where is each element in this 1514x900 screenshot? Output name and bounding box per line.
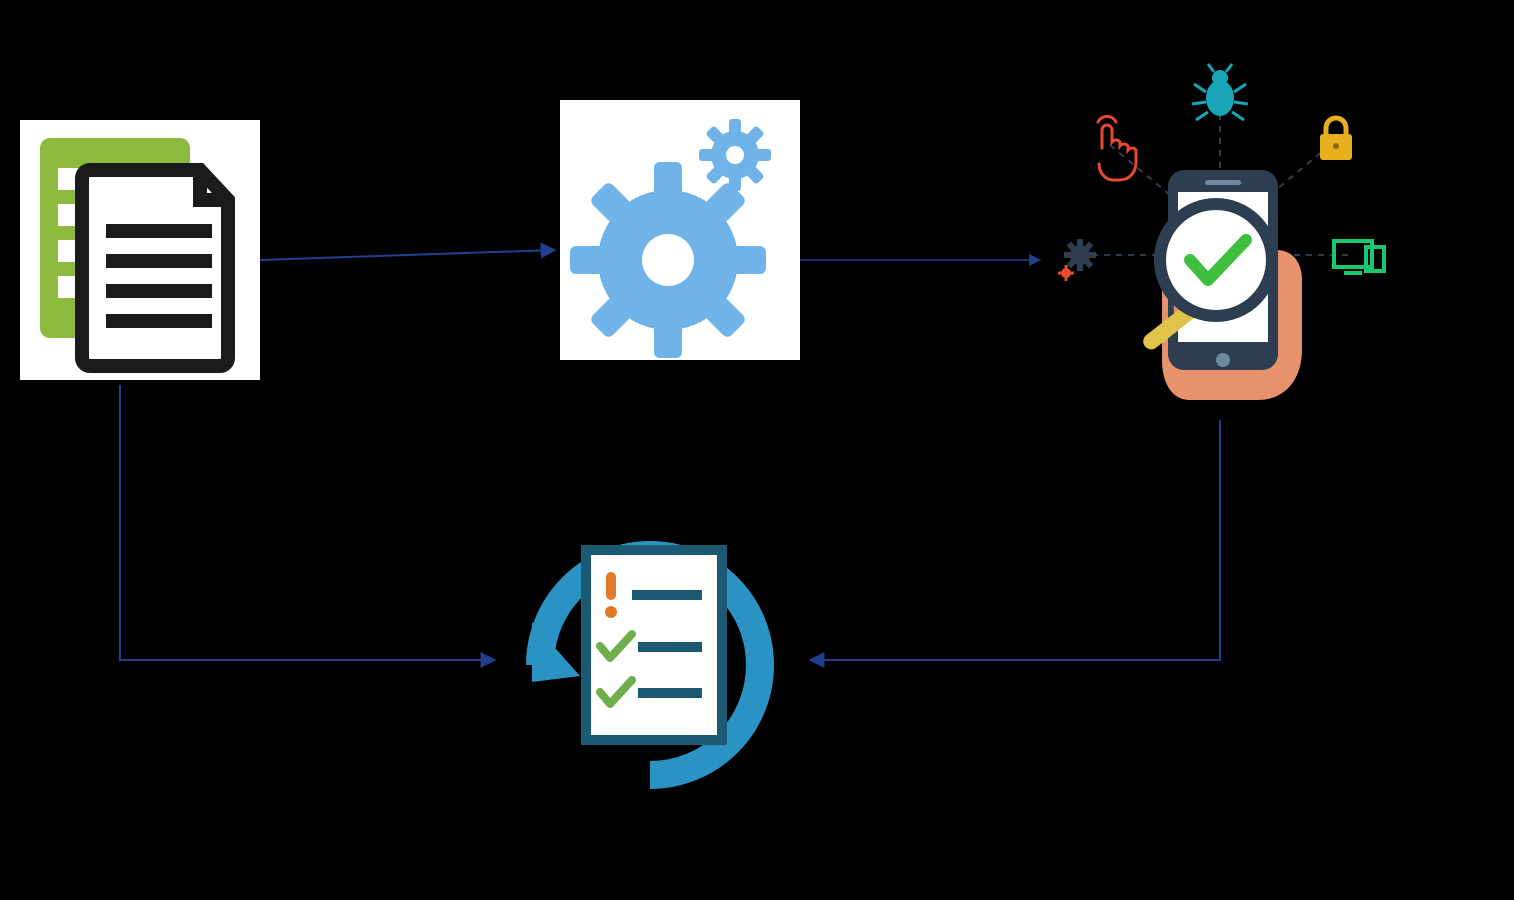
bug-icon [1192,64,1248,120]
report-cycle-icon [520,520,780,800]
arrow-documents-to-report [120,385,495,660]
gears-icon [560,100,800,360]
arrow-documents-to-gears [260,250,555,260]
diagram-canvas [0,0,1514,900]
node-testing [1040,60,1400,420]
node-report [520,520,780,800]
tap-icon [1098,116,1136,180]
mobile-testing-icon [1040,60,1400,420]
lock-icon [1320,118,1352,160]
node-gears [560,100,800,360]
node-documents [20,120,260,380]
document-front-icon [82,170,228,366]
devices-icon [1334,241,1384,273]
arrow-testing-to-report [810,420,1220,660]
gear-small-left-icon [1057,232,1102,281]
documents-icon [20,120,260,380]
exclamation-icon [605,572,617,618]
report-document-icon [586,550,722,740]
